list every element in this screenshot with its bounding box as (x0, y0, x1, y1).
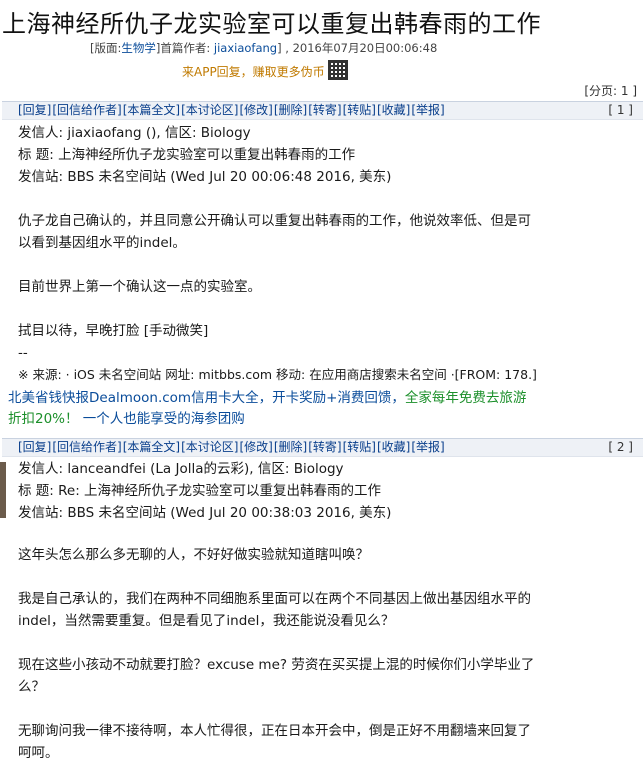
post-sender: 发信人: lanceandfei (La Jolla的云彩), 信区: Biol… (18, 461, 344, 477)
post-subject: 标 题: Re: 上海神经所仇子龙实验室可以重复出韩春雨的工作 (18, 483, 382, 499)
post-line: indel，当然需要重复。但是看见了indel，我还能说没看见么？ (18, 613, 395, 629)
reply-author-link[interactable]: [回信给作者] (52, 103, 121, 117)
reply-author-link[interactable]: [回信给作者] (52, 440, 121, 454)
post-line: 以看到基因组水平的indel。 (18, 235, 186, 251)
full-text-link[interactable]: [本篇全文] (123, 103, 180, 117)
delete-link[interactable]: [删除] (274, 103, 307, 117)
report-link[interactable]: [举报] (411, 440, 444, 454)
floor-number: [ 1 ] (608, 103, 633, 117)
forward-link[interactable]: [转寄] (308, 440, 341, 454)
post-site: 发信站: BBS 未名空间站 (Wed Jul 20 00:06:48 2016… (18, 169, 392, 185)
app-promo-text[interactable]: 来APP回复，赚取更多伪币 (182, 65, 325, 79)
reply-link[interactable]: [回复] (18, 440, 51, 454)
floor-number: [ 2 ] (608, 440, 633, 454)
report-link[interactable]: [举报] (411, 103, 444, 117)
ad-link-dealmoon[interactable]: 北美省钱快报Dealmoon.com信用卡大全，开卡奖励+消费回馈， (8, 390, 405, 406)
post-meta: [版面:生物学]首篇作者: jiaxiaofang] , 2016年07月20日… (90, 40, 437, 56)
board-link[interactable]: 生物学 (121, 41, 156, 55)
page-count: [分页: 1 ] (584, 84, 637, 98)
post-action-bar: [回复][回信给作者][本篇全文][本讨论区][修改][删除][转寄][转贴][… (2, 101, 643, 120)
qr-code-icon (327, 60, 348, 80)
repost-link[interactable]: [转贴] (343, 103, 376, 117)
page-title: 上海神经所仇子龙实验室可以重复出韩春雨的工作 (2, 10, 541, 38)
repost-link[interactable]: [转贴] (343, 440, 376, 454)
ad-link-discount[interactable]: 折扣20%！ (8, 411, 79, 427)
post-date: ] , 2016年07月20日00:06:48 (277, 41, 438, 55)
post-line: 无聊询问我一律不接待啊，本人忙得很，正在日本开会中，倒是正好不用翻墙来回复了 (18, 723, 531, 739)
post-action-bar: [回复][回信给作者][本篇全文][本讨论区][修改][删除][转寄][转贴][… (2, 438, 643, 457)
ad-line-1[interactable]: 北美省钱快报Dealmoon.com信用卡大全，开卡奖励+消费回馈，全家每年免费… (8, 388, 637, 409)
post-body: 发信人: jiaxiaofang (), 信区: Biology 标 题: 上海… (18, 122, 637, 386)
edit-link[interactable]: [修改] (240, 103, 273, 117)
board-prefix: [版面: (90, 41, 122, 55)
app-promo[interactable]: 来APP回复，赚取更多伪币 (182, 60, 348, 80)
ad-link-travel[interactable]: 全家每年免费去旅游 (405, 390, 527, 406)
post-actions: [回复][回信给作者][本篇全文][本讨论区][修改][删除][转寄][转贴][… (18, 439, 446, 456)
post-line: 呵呵。 (18, 745, 59, 761)
post-site: 发信站: BBS 未名空间站 (Wed Jul 20 00:38:03 2016… (18, 505, 392, 521)
reply-link[interactable]: [回复] (18, 103, 51, 117)
post-body: 发信人: lanceandfei (La Jolla的云彩), 信区: Biol… (18, 458, 637, 764)
avatar[interactable] (0, 462, 6, 518)
post-sender: 发信人: jiaxiaofang (), 信区: Biology (18, 125, 251, 141)
full-text-link[interactable]: [本篇全文] (123, 440, 180, 454)
post-line: 我是自己承认的，我们在两种不同细胞系里面可以在两个不同基因上做出基因组水平的 (18, 591, 531, 607)
author-link[interactable]: jiaxiaofang (214, 41, 277, 55)
ad-line-2[interactable]: 折扣20%！ 一个人也能享受的海参团购 (8, 409, 637, 430)
favorite-link[interactable]: [收藏] (377, 103, 410, 117)
post-line: 目前世界上第一个确认这一点的实验室。 (18, 279, 261, 295)
author-prefix: ]首篇作者: (155, 41, 214, 55)
delete-link[interactable]: [删除] (274, 440, 307, 454)
post-line: 么？ (18, 679, 45, 695)
post-line: 现在这些小孩动不动就要打脸？excuse me? 劳资在买买提上混的时候你们小学… (18, 657, 535, 673)
post-line: 仇子龙自己确认的，并且同意公开确认可以重复出韩春雨的工作，他说效率低、但是可 (18, 213, 531, 229)
post-actions: [回复][回信给作者][本篇全文][本讨论区][修改][删除][转寄][转贴][… (18, 102, 446, 119)
ad-banner[interactable]: 北美省钱快报Dealmoon.com信用卡大全，开卡奖励+消费回馈，全家每年免费… (8, 388, 637, 430)
favorite-link[interactable]: [收藏] (377, 440, 410, 454)
post-line: 拭目以待，早晚打脸 [手动微笑] (18, 323, 209, 339)
forward-link[interactable]: [转寄] (308, 103, 341, 117)
board-discussion-link[interactable]: [本讨论区] (181, 440, 238, 454)
signature-divider: -- (18, 345, 28, 361)
board-discussion-link[interactable]: [本讨论区] (181, 103, 238, 117)
edit-link[interactable]: [修改] (240, 440, 273, 454)
ad-link-seafood[interactable]: 一个人也能享受的海参团购 (79, 411, 245, 427)
post-subject: 标 题: 上海神经所仇子龙实验室可以重复出韩春雨的工作 (18, 147, 356, 163)
post-line: 这年头怎么那么多无聊的人，不好好做实验就知道瞎叫唤？ (18, 547, 369, 563)
post-source: ※ 来源: · iOS 未名空间站 网址: mitbbs.com 移动: 在应用… (18, 367, 537, 382)
